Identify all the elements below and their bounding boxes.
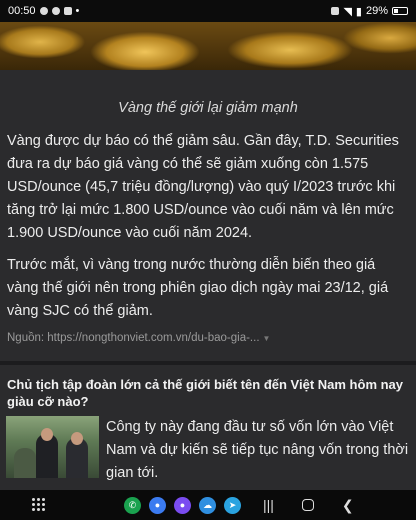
telegram-app-icon[interactable]: ➤ bbox=[224, 496, 241, 514]
chevron-down-icon: ▼ bbox=[262, 333, 271, 343]
home-icon[interactable] bbox=[301, 499, 314, 511]
article-body: Vàng thế giới lại giảm mạnh Vàng được dự… bbox=[0, 70, 416, 481]
facebook-notification-icon bbox=[39, 7, 48, 15]
image-caption: Vàng thế giới lại giảm mạnh bbox=[118, 100, 298, 116]
messenger-app-icon[interactable]: ● bbox=[174, 496, 191, 514]
related-article-thumbnail[interactable] bbox=[6, 416, 99, 478]
recent-apps-icon[interactable]: ||| bbox=[263, 497, 274, 513]
app-drawer-icon[interactable] bbox=[32, 498, 46, 512]
section-divider bbox=[0, 361, 416, 365]
related-article-description[interactable]: Công ty này đang đầu tư số vốn lớn vào V… bbox=[106, 416, 410, 485]
navigation-bar: ✆ ● ● ☁ ➤ ||| ❮ bbox=[0, 490, 416, 520]
messages-app-icon[interactable]: ● bbox=[149, 496, 166, 514]
status-bar: 00:50 • ◥ ▮ 29% bbox=[0, 0, 416, 22]
back-icon[interactable]: ❮ bbox=[342, 497, 354, 514]
source-text[interactable]: Nguồn: https://nongthonviet.com.vn/du-ba… bbox=[7, 332, 260, 344]
more-notifications-icon: • bbox=[75, 5, 80, 17]
article-paragraph-2: Trước mắt, vì vàng trong nước thường diễ… bbox=[7, 257, 389, 319]
battery-icon bbox=[392, 7, 408, 15]
gold-coins-image bbox=[0, 22, 416, 70]
alarm-icon bbox=[331, 7, 340, 15]
phone-app-icon[interactable]: ✆ bbox=[124, 496, 141, 514]
status-time: 00:50 bbox=[8, 5, 36, 17]
weather-app-icon[interactable]: ☁ bbox=[199, 496, 216, 514]
wifi-icon: ◥ bbox=[343, 5, 352, 18]
battery-percent: 29% bbox=[365, 5, 388, 17]
article-paragraph-1: Vàng được dự báo có thể giảm sâu. Gần đâ… bbox=[7, 133, 399, 241]
messenger-notification-icon bbox=[51, 7, 60, 15]
related-article-title[interactable]: Chủ tịch tập đoàn lớn cả thế giới biết t… bbox=[7, 376, 407, 410]
source-link[interactable]: Nguồn: https://nongthonviet.com.vn/du-ba… bbox=[7, 332, 270, 344]
gallery-notification-icon bbox=[63, 7, 72, 15]
signal-icon: ▮ bbox=[355, 5, 362, 18]
